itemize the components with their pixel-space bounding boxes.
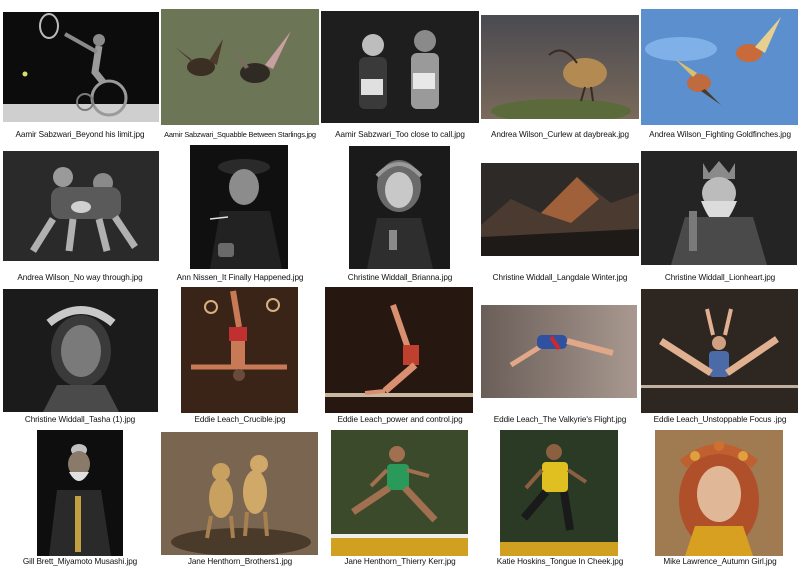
gallery-item[interactable]: Aamir Sabzwari_Beyond his limit.jpg: [0, 0, 160, 142]
mountains-icon[interactable]: [481, 163, 639, 256]
image-caption: Aamir Sabzwari_Beyond his limit.jpg: [15, 130, 145, 139]
gallery-item[interactable]: Christine Widdall_Lionheart.jpg: [640, 142, 800, 284]
goldfinches-icon[interactable]: [641, 9, 798, 125]
photo-gallery-grid: Aamir Sabzwari_Beyond his limit.jpg Aami…: [0, 0, 800, 571]
image-caption: Jane Henthorn_Thierry Kerr.jpg: [344, 557, 456, 566]
gallery-item[interactable]: Christine Widdall_Brianna.jpg: [320, 142, 480, 284]
bar-gymnast-icon[interactable]: [325, 287, 473, 413]
woman-portrait-icon[interactable]: [3, 289, 158, 412]
image-caption: Christine Widdall_Lionheart.jpg: [664, 273, 776, 282]
gallery-item[interactable]: Eddie Leach_Crucible.jpg: [160, 284, 320, 426]
image-caption: Gill Brett_Miyamoto Musashi.jpg: [22, 557, 138, 566]
gallery-item[interactable]: Jane Henthorn_Thierry Kerr.jpg: [320, 426, 480, 568]
image-caption: Katie Hoskins_Tongue In Cheek.jpg: [496, 557, 624, 566]
gallery-item[interactable]: Mike Lawrence_Autumn Girl.jpg: [640, 426, 800, 568]
split-gymnast-icon[interactable]: [641, 289, 798, 413]
gallery-item[interactable]: Aamir Sabzwari_Squabble Between Starling…: [160, 0, 320, 142]
gallery-item[interactable]: Ann Nissen_It Finally Happened.jpg: [160, 142, 320, 284]
gallery-item[interactable]: Christine Widdall_Tasha (1).jpg: [0, 284, 160, 426]
image-caption: Andrea Wilson_No way through.jpg: [17, 273, 143, 282]
diving-gymnast-icon[interactable]: [481, 305, 637, 398]
image-caption: Andrea Wilson_Fighting Goldfinches.jpg: [649, 130, 791, 139]
cheetahs-icon[interactable]: [161, 432, 318, 555]
gallery-item[interactable]: Gill Brett_Miyamoto Musashi.jpg: [0, 426, 160, 568]
image-caption: Andrea Wilson_Curlew at daybreak.jpg: [491, 130, 629, 139]
gallery-item[interactable]: Andrea Wilson_No way through.jpg: [0, 142, 160, 284]
gallery-item[interactable]: Eddie Leach_Unstoppable Focus .jpg: [640, 284, 800, 426]
image-caption: Christine Widdall_Tasha (1).jpg: [24, 415, 136, 424]
hurdler-yellow-icon[interactable]: [500, 430, 618, 556]
runners-icon[interactable]: [321, 11, 479, 123]
gallery-item[interactable]: Eddie Leach_The Valkyrie's Flight.jpg: [480, 284, 640, 426]
gallery-item[interactable]: Andrea Wilson_Curlew at daybreak.jpg: [480, 0, 640, 142]
samurai-portrait-icon[interactable]: [37, 430, 123, 556]
image-caption: Aamir Sabzwari_Squabble Between Starling…: [164, 130, 316, 139]
gallery-item[interactable]: Jane Henthorn_Brothers1.jpg: [160, 426, 320, 568]
gallery-item[interactable]: Eddie Leach_power and control.jpg: [320, 284, 480, 426]
smoker-portrait-icon[interactable]: [190, 145, 288, 269]
rugby-icon[interactable]: [3, 151, 159, 261]
hurdler-icon[interactable]: [331, 430, 468, 556]
rings-gymnast-icon[interactable]: [181, 287, 298, 413]
image-caption: Eddie Leach_The Valkyrie's Flight.jpg: [493, 415, 627, 424]
image-caption: Ann Nissen_It Finally Happened.jpg: [176, 273, 304, 282]
girl-portrait-icon[interactable]: [349, 146, 450, 269]
autumn-girl-icon[interactable]: [655, 430, 783, 556]
wheelchair-tennis-icon[interactable]: [3, 12, 159, 122]
image-caption: Eddie Leach_power and control.jpg: [337, 415, 463, 424]
starlings-icon[interactable]: [161, 9, 319, 125]
gallery-item[interactable]: Aamir Sabzwari_Too close to call.jpg: [320, 0, 480, 142]
image-caption: Eddie Leach_Unstoppable Focus .jpg: [653, 415, 787, 424]
image-caption: Jane Henthorn_Brothers1.jpg: [187, 557, 293, 566]
image-caption: Aamir Sabzwari_Too close to call.jpg: [335, 130, 465, 139]
image-caption: Christine Widdall_Brianna.jpg: [347, 273, 453, 282]
king-portrait-icon[interactable]: [641, 151, 797, 265]
curlew-icon[interactable]: [481, 15, 639, 119]
image-caption: Mike Lawrence_Autumn Girl.jpg: [663, 557, 777, 566]
gallery-item[interactable]: Katie Hoskins_Tongue In Cheek.jpg: [480, 426, 640, 568]
gallery-item[interactable]: Andrea Wilson_Fighting Goldfinches.jpg: [640, 0, 800, 142]
image-caption: Christine Widdall_Langdale Winter.jpg: [492, 273, 628, 282]
image-caption: Eddie Leach_Crucible.jpg: [194, 415, 286, 424]
gallery-item[interactable]: Christine Widdall_Langdale Winter.jpg: [480, 142, 640, 284]
